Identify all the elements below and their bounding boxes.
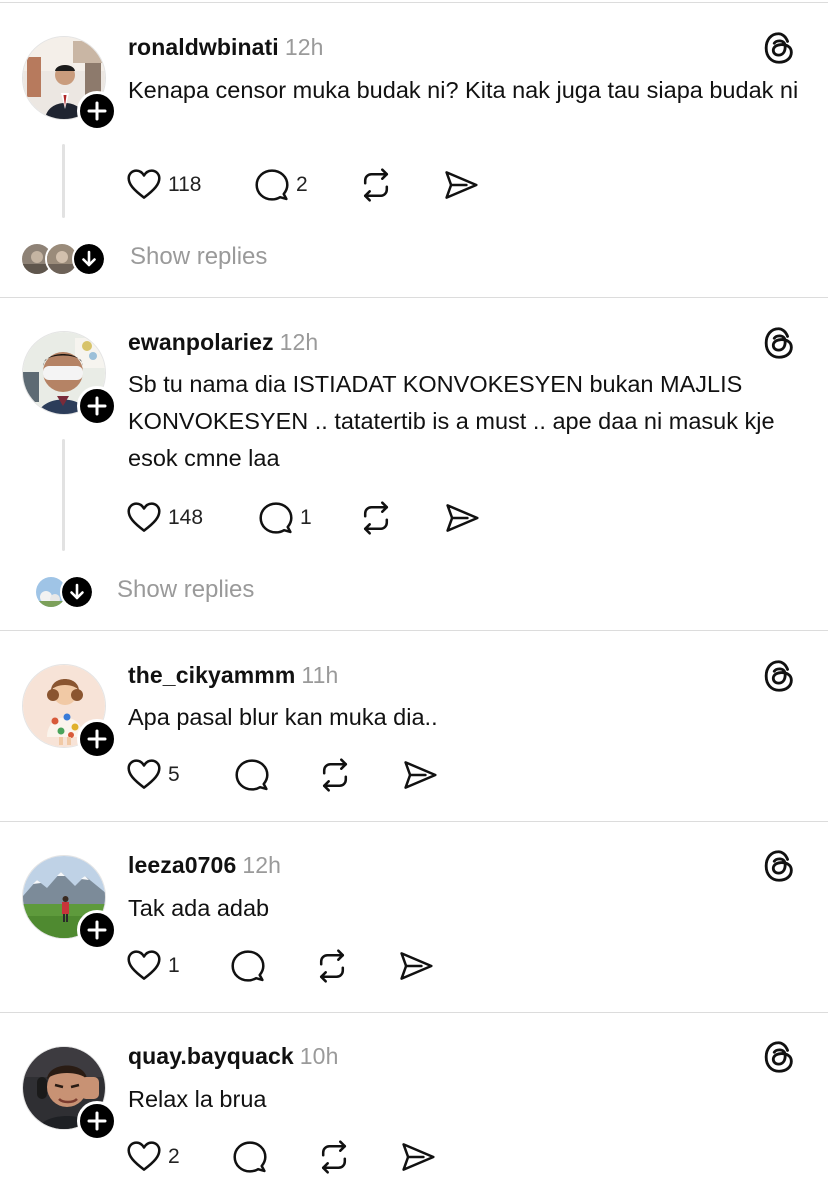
repost-icon <box>317 757 353 793</box>
comment-icon <box>232 1139 268 1175</box>
post-text: Kenapa censor muka budak ni? Kita nak ju… <box>128 77 799 103</box>
comment-icon <box>230 948 266 984</box>
timestamp: 12h <box>284 34 324 60</box>
post-text: Tak ada adab <box>128 895 270 921</box>
threads-logo-icon[interactable] <box>760 324 798 362</box>
comment-icon <box>234 757 270 793</box>
comment-icon <box>258 500 294 536</box>
send-icon <box>444 500 480 536</box>
post-separator <box>0 297 828 298</box>
follow-button[interactable] <box>77 1101 117 1141</box>
follow-button[interactable] <box>77 910 117 950</box>
username-row: the_cikyammm 11h <box>128 662 338 689</box>
repost-icon <box>358 167 394 203</box>
username[interactable]: ronaldwbinati <box>128 34 279 60</box>
like-button[interactable]: 2 <box>126 1137 180 1177</box>
heart-icon <box>126 167 162 203</box>
repost-icon <box>316 1139 352 1175</box>
like-button[interactable]: 1 <box>126 946 180 986</box>
reply-button[interactable] <box>234 755 270 795</box>
repost-button[interactable] <box>358 165 394 205</box>
username-row: quay.bayquack 10h <box>128 1043 338 1070</box>
comment-icon <box>254 167 290 203</box>
repost-button[interactable] <box>316 1137 352 1177</box>
follow-button[interactable] <box>77 719 117 759</box>
heart-icon <box>126 757 162 793</box>
timestamp: 12h <box>279 329 319 355</box>
repost-icon <box>314 948 350 984</box>
share-button[interactable] <box>400 1137 436 1177</box>
threads-logo-icon[interactable] <box>760 29 798 67</box>
post-text: Relax la brua <box>128 1086 267 1112</box>
post-separator <box>0 630 828 631</box>
heart-icon <box>126 948 162 984</box>
threads-logo-icon[interactable] <box>760 847 798 885</box>
share-button[interactable] <box>402 755 438 795</box>
timestamp: 10h <box>299 1043 339 1069</box>
threads-logo-icon[interactable] <box>760 1038 798 1076</box>
like-count: 148 <box>168 506 204 529</box>
follow-button[interactable] <box>77 386 117 426</box>
repost-button[interactable] <box>317 755 353 795</box>
share-button[interactable] <box>443 165 479 205</box>
send-icon <box>398 948 434 984</box>
reply-button[interactable]: 2 <box>254 165 308 205</box>
reply-button[interactable]: 1 <box>258 498 312 538</box>
thread-line <box>62 144 65 218</box>
post-separator <box>0 1012 828 1013</box>
username-row: ronaldwbinati 12h <box>128 34 324 61</box>
like-button[interactable]: 148 <box>126 498 203 538</box>
show-replies-link[interactable]: Show replies <box>117 576 254 604</box>
like-count: 1 <box>168 954 180 977</box>
like-button[interactable]: 118 <box>126 165 201 205</box>
top-separator <box>0 2 828 3</box>
share-button[interactable] <box>444 498 480 538</box>
follow-button[interactable] <box>77 91 117 131</box>
chevron-down-icon <box>60 575 94 609</box>
like-count: 5 <box>168 763 180 786</box>
username-row: ewanpolariez 12h <box>128 329 318 356</box>
chevron-down-icon <box>72 242 106 276</box>
reply-count: 2 <box>296 173 308 196</box>
post-text: Sb tu nama dia ISTIADAT KONVOKESYEN buka… <box>128 371 775 471</box>
like-button[interactable]: 5 <box>126 755 180 795</box>
heart-icon <box>126 1139 162 1175</box>
post-separator <box>0 821 828 822</box>
send-icon <box>402 757 438 793</box>
send-icon <box>400 1139 436 1175</box>
post-text: Apa pasal blur kan muka dia.. <box>128 704 438 730</box>
reply-button[interactable] <box>230 946 266 986</box>
threads-logo-icon[interactable] <box>760 657 798 695</box>
reply-count: 1 <box>300 506 312 529</box>
username[interactable]: the_cikyammm <box>128 662 295 688</box>
username[interactable]: quay.bayquack <box>128 1043 294 1069</box>
timestamp: 11h <box>301 662 339 688</box>
reply-button[interactable] <box>232 1137 268 1177</box>
share-button[interactable] <box>398 946 434 986</box>
thread-line <box>62 439 65 551</box>
repost-button[interactable] <box>358 498 394 538</box>
heart-icon <box>126 500 162 536</box>
username[interactable]: ewanpolariez <box>128 329 274 355</box>
like-count: 118 <box>168 173 202 196</box>
show-replies-row[interactable]: Show replies <box>20 237 320 277</box>
repost-button[interactable] <box>314 946 350 986</box>
show-replies-row[interactable]: Show replies <box>34 570 334 610</box>
repost-icon <box>358 500 394 536</box>
username-row: leeza0706 12h <box>128 852 281 879</box>
timestamp: 12h <box>242 852 282 878</box>
like-count: 2 <box>168 1145 180 1168</box>
show-replies-link[interactable]: Show replies <box>130 243 267 271</box>
send-icon <box>443 167 479 203</box>
username[interactable]: leeza0706 <box>128 852 236 878</box>
